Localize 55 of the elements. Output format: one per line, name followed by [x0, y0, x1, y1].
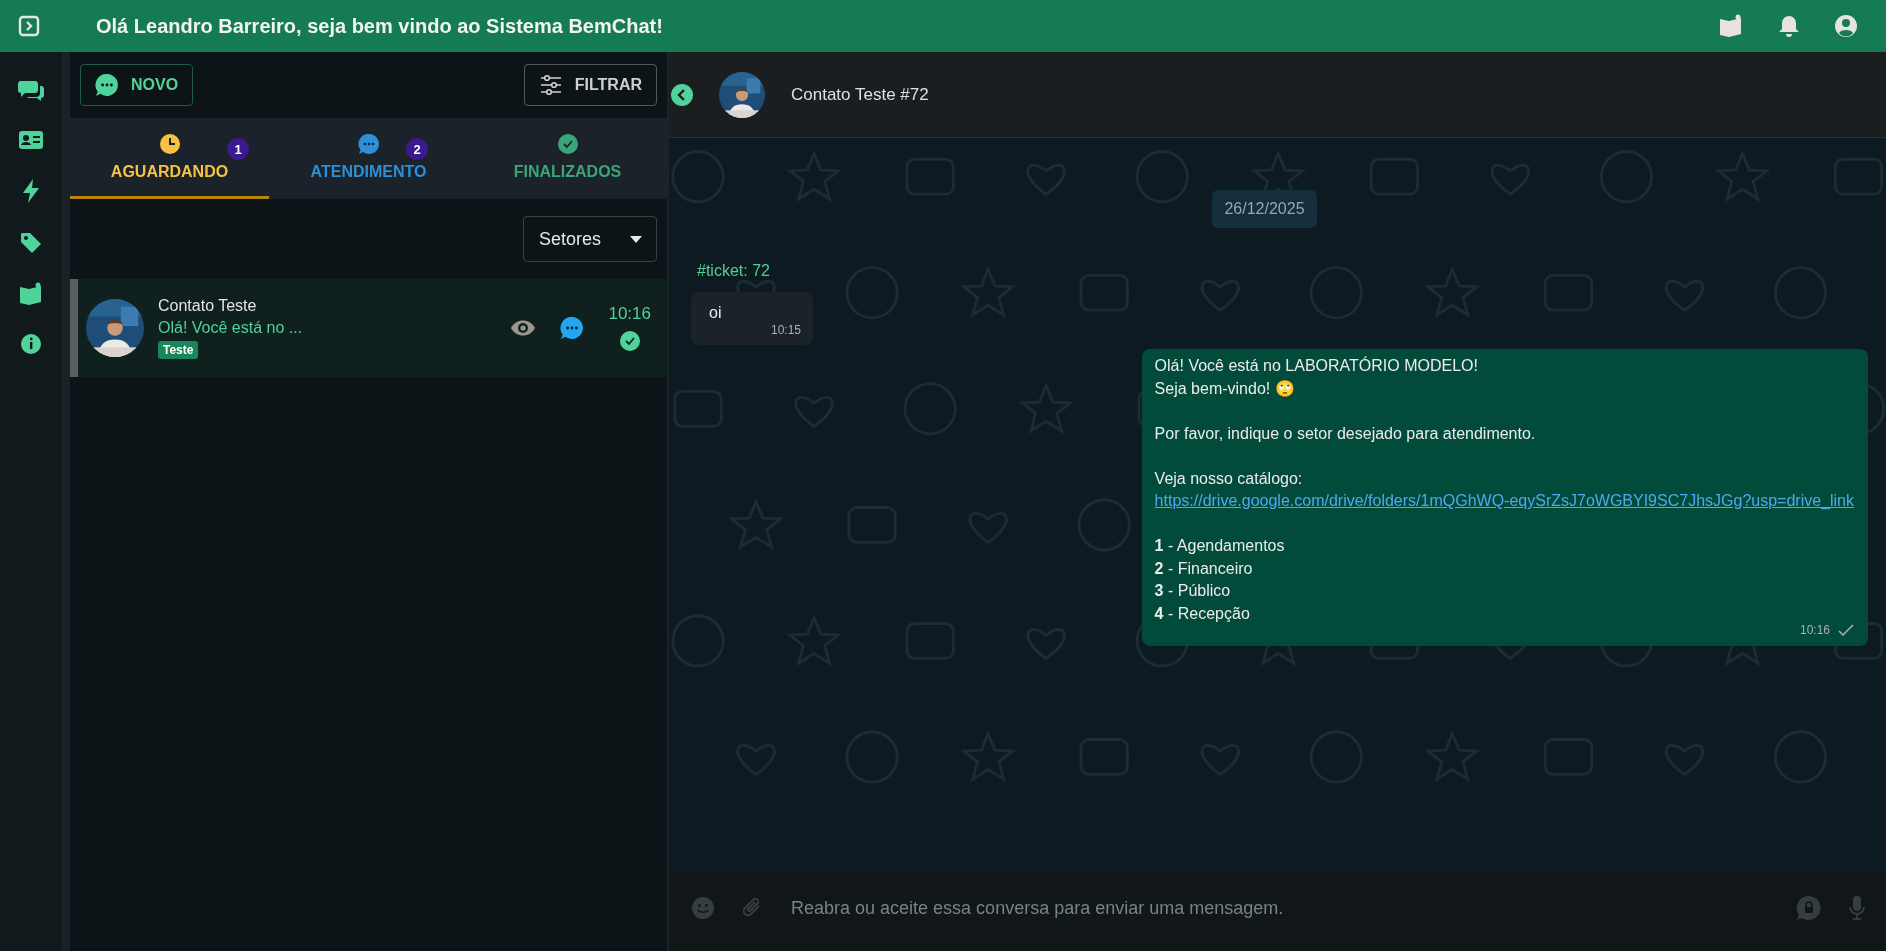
back-button[interactable] — [671, 83, 693, 106]
eye-icon — [510, 319, 537, 337]
tag-label: Teste — [158, 341, 199, 359]
message-time: 10:15 — [770, 321, 801, 339]
count-badge: 1 — [227, 138, 249, 160]
message-text: Seja bem-vindo! 🙄 — [1154, 378, 1296, 399]
message-text: 1 - Agendamentos — [1154, 536, 1286, 556]
accept-button[interactable] — [560, 316, 585, 340]
catalog-link[interactable]: https://drive.google.com/drive/folders/1mQGhWQ-eqySrZsJ7oWGBYI9SC7JhsJGg?usp=drive_link — [1154, 490, 1854, 513]
smiley-icon — [691, 896, 715, 920]
status-tab[interactable]: FINALIZADOS — [468, 118, 667, 199]
contact-card-icon — [18, 129, 44, 151]
resolve-button[interactable] — [618, 330, 641, 352]
ticket-label: #ticket: 72 — [697, 262, 770, 280]
caret-icon — [630, 235, 642, 243]
notes-icon[interactable] — [18, 282, 44, 306]
welcome-title: Olá Leandro Barreiro, seja bem vindo ao Sistema BemChat! — [96, 14, 664, 38]
check-circle-icon — [556, 133, 579, 155]
message-text: 3 - Público — [1154, 581, 1232, 601]
chat-bubble-icon — [560, 316, 585, 340]
status-tab[interactable]: AGUARDANDO 1 — [70, 118, 269, 199]
message-text: Veja nosso catálogo: — [1154, 468, 1304, 489]
new-ticket-button[interactable]: NOVO — [80, 64, 194, 106]
message-text: 2 - Financeiro — [1154, 558, 1254, 579]
message-text: Olá! Você está no LABORATÓRIO MODELO! — [1154, 355, 1479, 376]
tag-icon — [19, 231, 43, 255]
sliders-icon — [538, 74, 563, 96]
info-icon — [20, 333, 42, 355]
date-chip: 26/12/2025 — [1212, 190, 1317, 228]
chat-bubble-icon — [357, 133, 380, 155]
notes-icon[interactable] — [1718, 14, 1744, 38]
message-text: 4 - Recepção — [1154, 603, 1251, 624]
check-circle-icon — [618, 330, 641, 352]
account-icon[interactable] — [1834, 14, 1858, 38]
filter-button[interactable]: FILTRAR — [523, 64, 657, 106]
message-preview: Olá! Você está no ... — [158, 319, 304, 337]
view-button[interactable] — [510, 319, 537, 337]
count-badge: 2 — [406, 138, 428, 160]
chats-icon — [17, 78, 45, 102]
microphone-icon — [1848, 895, 1866, 921]
lightning-icon — [21, 178, 41, 204]
ticket-time: 10:16 — [608, 304, 651, 324]
sidebar-toggle-icon[interactable] — [18, 15, 40, 37]
ticket-item[interactable]: Contato Teste Olá! Você está no ... Teste 10:16 — [70, 279, 667, 377]
message-time: 10:16 — [1799, 622, 1830, 639]
contact-name: Contato Teste — [158, 297, 258, 315]
status-tab[interactable]: ATENDIMENTO 2 — [269, 118, 468, 199]
message-text: Por favor, indique o setor desejado para atendimento. — [1154, 423, 1537, 444]
clock-icon — [158, 133, 181, 155]
sector-select[interactable]: Setores — [523, 216, 657, 262]
message-text: oi — [709, 303, 723, 323]
chat-bubble-icon — [95, 73, 119, 97]
lock-bubble-icon — [1796, 895, 1822, 921]
notifications-icon[interactable] — [1778, 14, 1800, 38]
chat-contact-name: Contato Teste #72 — [791, 84, 929, 105]
